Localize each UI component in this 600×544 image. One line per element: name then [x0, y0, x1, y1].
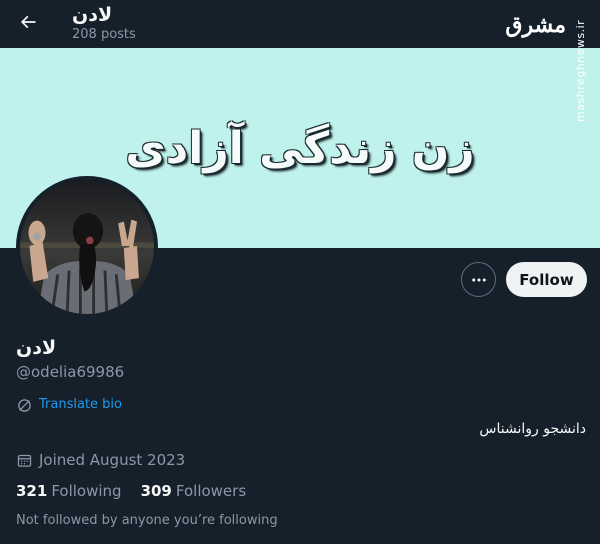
translate-globe-icon	[18, 398, 31, 412]
following-link[interactable]: 321 Following	[16, 481, 122, 501]
not-followed-notice: Not followed by anyone you’re following	[16, 513, 278, 528]
translate-bio-label: Translate bio	[39, 397, 122, 412]
profile-bio: دانشجو روانشناس	[479, 421, 586, 437]
header-post-count: 208 posts	[72, 27, 136, 42]
avatar[interactable]	[16, 176, 158, 318]
followers-count: 309	[140, 482, 172, 500]
header-profile-name: لادن	[72, 4, 113, 26]
follow-stats: 321 Following 309 Followers	[16, 481, 246, 501]
profile-handle: @odelia69986	[16, 363, 125, 381]
back-button[interactable]	[14, 8, 42, 36]
watermark-logo: مشرق	[505, 12, 566, 38]
translate-bio-link[interactable]: Translate bio	[16, 396, 122, 414]
following-count: 321	[16, 482, 48, 500]
more-options-button[interactable]	[461, 262, 496, 297]
following-label: Following	[51, 482, 122, 500]
follow-button[interactable]: Follow	[506, 262, 587, 297]
followers-link[interactable]: 309 Followers	[141, 481, 247, 501]
joined-date: Joined August 2023	[16, 450, 185, 470]
avatar-photo	[20, 180, 154, 314]
more-dots-icon	[471, 278, 486, 281]
watermark: مشرق mashreghnews.ir	[502, 4, 587, 122]
calendar-icon	[17, 454, 32, 467]
joined-date-label: Joined August 2023	[39, 451, 186, 469]
arrow-left-icon	[20, 15, 36, 29]
profile-display-name: لادن	[16, 337, 57, 359]
followers-label: Followers	[175, 482, 247, 500]
watermark-url: mashreghnews.ir	[574, 19, 587, 122]
banner-slogan: زن زندگی آزادی	[125, 123, 475, 174]
